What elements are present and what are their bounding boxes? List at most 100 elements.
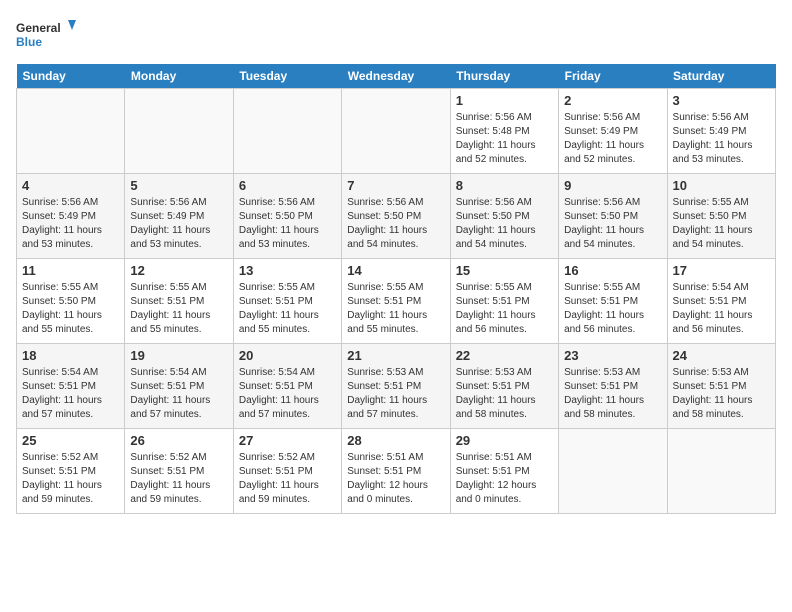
- day-info: Sunrise: 5:51 AMSunset: 5:51 PMDaylight:…: [456, 451, 553, 507]
- week-row-2: 4 Sunrise: 5:56 AMSunset: 5:49 PMDaylight…: [17, 174, 776, 259]
- day-info: Sunrise: 5:53 AMSunset: 5:51 PMDaylight:…: [456, 366, 553, 422]
- week-row-5: 25Sunrise: 5:52 AMSunset: 5:51 PMDayligh…: [17, 429, 776, 514]
- day-cell: 29 Sunrise: 5:51 AMSunset: 5:51 PMDayligh…: [450, 429, 558, 514]
- day-number: 17: [673, 263, 770, 278]
- day-number: 1: [456, 93, 553, 108]
- day-info: Sunrise: 5:56 AMSunset: 5:49 PMDaylight:…: [564, 111, 661, 167]
- day-cell: 23 Sunrise: 5:53 AMSunset: 5:51 PMDayligh…: [559, 344, 667, 429]
- day-cell: 16Sunrise: 5:55 AMSunset: 5:51 PMDayligh…: [559, 259, 667, 344]
- svg-text:Blue: Blue: [16, 35, 42, 49]
- week-row-4: 18 Sunrise: 5:54 AMSunset: 5:51 PMDayligh…: [17, 344, 776, 429]
- day-info: Sunrise: 5:55 AMSunset: 5:51 PMDaylight:…: [456, 281, 553, 337]
- day-info: Sunrise: 5:56 AMSunset: 5:50 PMDaylight:…: [456, 196, 553, 252]
- day-cell: 1 Sunrise: 5:56 AMSunset: 5:48 PMDaylight…: [450, 89, 558, 174]
- day-cell: 10 Sunrise: 5:55 AMSunset: 5:50 PMDayligh…: [667, 174, 775, 259]
- day-info: Sunrise: 5:55 AMSunset: 5:51 PMDaylight:…: [239, 281, 336, 337]
- day-info: Sunrise: 5:55 AMSunset: 5:51 PMDaylight:…: [130, 281, 227, 337]
- day-cell: 28 Sunrise: 5:51 AMSunset: 5:51 PMDayligh…: [342, 429, 450, 514]
- day-cell: [342, 89, 450, 174]
- column-header-thursday: Thursday: [450, 64, 558, 89]
- day-number: 27: [239, 433, 336, 448]
- logo-svg: General Blue: [16, 16, 76, 56]
- week-row-1: 1 Sunrise: 5:56 AMSunset: 5:48 PMDaylight…: [17, 89, 776, 174]
- day-info: Sunrise: 5:55 AMSunset: 5:51 PMDaylight:…: [347, 281, 444, 337]
- calendar-table: SundayMondayTuesdayWednesdayThursdayFrid…: [16, 64, 776, 514]
- day-number: 2: [564, 93, 661, 108]
- day-number: 15: [456, 263, 553, 278]
- day-cell: 24 Sunrise: 5:53 AMSunset: 5:51 PMDayligh…: [667, 344, 775, 429]
- day-info: Sunrise: 5:53 AMSunset: 5:51 PMDaylight:…: [347, 366, 444, 422]
- day-number: 20: [239, 348, 336, 363]
- day-cell: [125, 89, 233, 174]
- day-cell: 13 Sunrise: 5:55 AMSunset: 5:51 PMDayligh…: [233, 259, 341, 344]
- day-number: 11: [22, 263, 119, 278]
- day-cell: [233, 89, 341, 174]
- day-cell: 21 Sunrise: 5:53 AMSunset: 5:51 PMDayligh…: [342, 344, 450, 429]
- day-number: 24: [673, 348, 770, 363]
- day-cell: [667, 429, 775, 514]
- day-info: Sunrise: 5:54 AMSunset: 5:51 PMDaylight:…: [22, 366, 119, 422]
- page-header: General Blue: [16, 16, 776, 56]
- day-cell: 26 Sunrise: 5:52 AMSunset: 5:51 PMDayligh…: [125, 429, 233, 514]
- svg-text:General: General: [16, 21, 61, 35]
- day-number: 6: [239, 178, 336, 193]
- week-row-3: 11 Sunrise: 5:55 AMSunset: 5:50 PMDayligh…: [17, 259, 776, 344]
- day-number: 9: [564, 178, 661, 193]
- day-cell: 17 Sunrise: 5:54 AMSunset: 5:51 PMDayligh…: [667, 259, 775, 344]
- day-number: 4: [22, 178, 119, 193]
- column-header-monday: Monday: [125, 64, 233, 89]
- day-number: 22: [456, 348, 553, 363]
- day-cell: 9 Sunrise: 5:56 AMSunset: 5:50 PMDaylight…: [559, 174, 667, 259]
- day-cell: [559, 429, 667, 514]
- day-cell: 5 Sunrise: 5:56 AMSunset: 5:49 PMDaylight…: [125, 174, 233, 259]
- day-number: 13: [239, 263, 336, 278]
- day-info: Sunrise: 5:56 AMSunset: 5:49 PMDaylight:…: [22, 196, 119, 252]
- day-number: 21: [347, 348, 444, 363]
- day-number: 5: [130, 178, 227, 193]
- day-info: Sunrise: 5:54 AMSunset: 5:51 PMDaylight:…: [239, 366, 336, 422]
- day-number: 14: [347, 263, 444, 278]
- day-number: 18: [22, 348, 119, 363]
- day-info: Sunrise: 5:53 AMSunset: 5:51 PMDaylight:…: [564, 366, 661, 422]
- day-cell: 3 Sunrise: 5:56 AMSunset: 5:49 PMDaylight…: [667, 89, 775, 174]
- day-cell: 19Sunrise: 5:54 AMSunset: 5:51 PMDayligh…: [125, 344, 233, 429]
- day-info: Sunrise: 5:53 AMSunset: 5:51 PMDaylight:…: [673, 366, 770, 422]
- day-number: 28: [347, 433, 444, 448]
- day-cell: 22 Sunrise: 5:53 AMSunset: 5:51 PMDayligh…: [450, 344, 558, 429]
- day-cell: 25Sunrise: 5:52 AMSunset: 5:51 PMDayligh…: [17, 429, 125, 514]
- header-row: SundayMondayTuesdayWednesdayThursdayFrid…: [17, 64, 776, 89]
- day-number: 8: [456, 178, 553, 193]
- column-header-wednesday: Wednesday: [342, 64, 450, 89]
- day-cell: [17, 89, 125, 174]
- day-info: Sunrise: 5:56 AMSunset: 5:50 PMDaylight:…: [239, 196, 336, 252]
- day-number: 16: [564, 263, 661, 278]
- day-info: Sunrise: 5:55 AMSunset: 5:50 PMDaylight:…: [673, 196, 770, 252]
- day-info: Sunrise: 5:56 AMSunset: 5:49 PMDaylight:…: [673, 111, 770, 167]
- day-number: 10: [673, 178, 770, 193]
- day-number: 23: [564, 348, 661, 363]
- day-cell: 2 Sunrise: 5:56 AMSunset: 5:49 PMDaylight…: [559, 89, 667, 174]
- day-number: 3: [673, 93, 770, 108]
- day-cell: 20 Sunrise: 5:54 AMSunset: 5:51 PMDayligh…: [233, 344, 341, 429]
- day-cell: 14 Sunrise: 5:55 AMSunset: 5:51 PMDayligh…: [342, 259, 450, 344]
- day-cell: 4 Sunrise: 5:56 AMSunset: 5:49 PMDaylight…: [17, 174, 125, 259]
- day-info: Sunrise: 5:56 AMSunset: 5:49 PMDaylight:…: [130, 196, 227, 252]
- day-cell: 7 Sunrise: 5:56 AMSunset: 5:50 PMDaylight…: [342, 174, 450, 259]
- day-info: Sunrise: 5:56 AMSunset: 5:50 PMDaylight:…: [347, 196, 444, 252]
- day-info: Sunrise: 5:54 AMSunset: 5:51 PMDaylight:…: [673, 281, 770, 337]
- column-header-tuesday: Tuesday: [233, 64, 341, 89]
- day-info: Sunrise: 5:56 AMSunset: 5:50 PMDaylight:…: [564, 196, 661, 252]
- day-number: 29: [456, 433, 553, 448]
- day-info: Sunrise: 5:55 AMSunset: 5:50 PMDaylight:…: [22, 281, 119, 337]
- day-cell: 27Sunrise: 5:52 AMSunset: 5:51 PMDayligh…: [233, 429, 341, 514]
- day-number: 7: [347, 178, 444, 193]
- day-info: Sunrise: 5:56 AMSunset: 5:48 PMDaylight:…: [456, 111, 553, 167]
- day-info: Sunrise: 5:52 AMSunset: 5:51 PMDaylight:…: [130, 451, 227, 507]
- day-cell: 12Sunrise: 5:55 AMSunset: 5:51 PMDayligh…: [125, 259, 233, 344]
- day-number: 26: [130, 433, 227, 448]
- day-info: Sunrise: 5:51 AMSunset: 5:51 PMDaylight:…: [347, 451, 444, 507]
- day-cell: 15 Sunrise: 5:55 AMSunset: 5:51 PMDayligh…: [450, 259, 558, 344]
- day-cell: 6 Sunrise: 5:56 AMSunset: 5:50 PMDaylight…: [233, 174, 341, 259]
- logo: General Blue: [16, 16, 76, 56]
- day-info: Sunrise: 5:54 AMSunset: 5:51 PMDaylight:…: [130, 366, 227, 422]
